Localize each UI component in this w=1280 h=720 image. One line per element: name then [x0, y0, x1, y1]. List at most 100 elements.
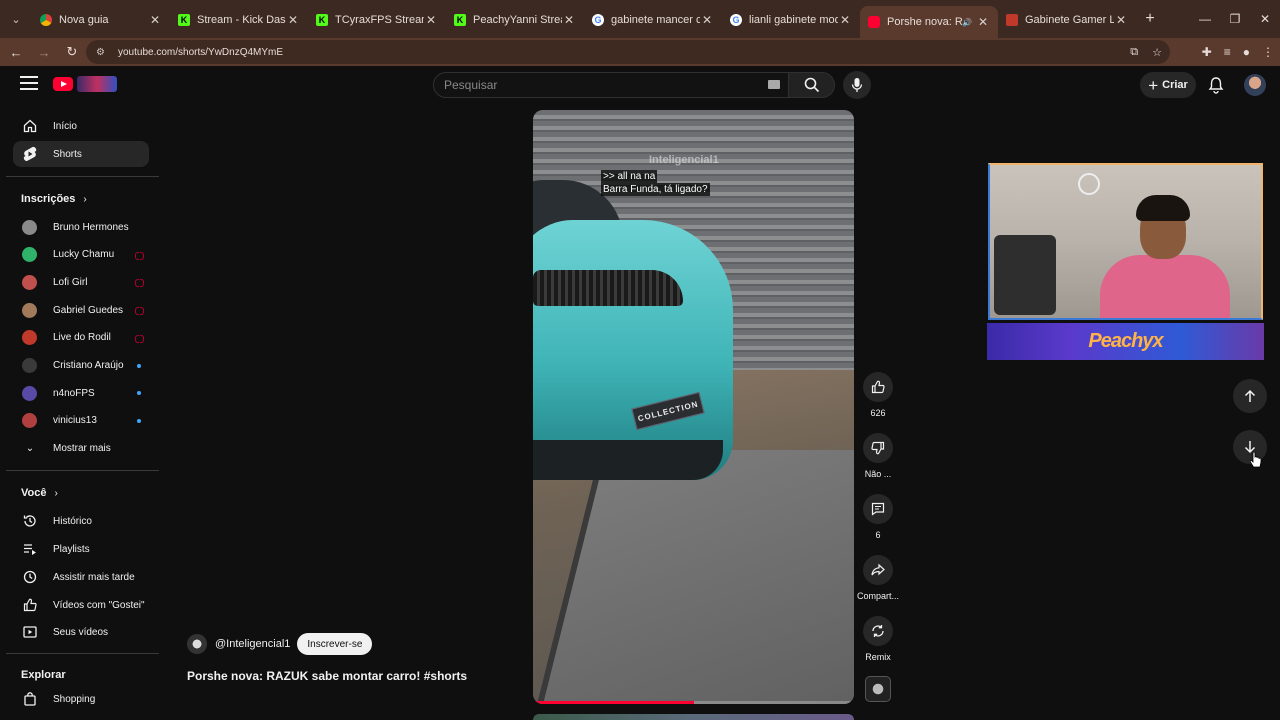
comment-icon — [863, 494, 893, 524]
browser-tab[interactable]: K TCyraxFPS Stream - Watch✕ — [308, 5, 446, 35]
dislike-button[interactable]: Não ... — [855, 433, 901, 479]
show-more-button[interactable]: ⌄ Mostrar mais — [13, 435, 149, 461]
share-button[interactable]: Compart... — [855, 555, 901, 601]
tab-close-icon[interactable]: ✕ — [838, 13, 852, 27]
plus-icon: + — [1148, 75, 1159, 95]
remix-button[interactable]: Remix — [855, 616, 901, 662]
channel-avatar — [22, 219, 37, 235]
bookmark-star-icon[interactable]: ☆ — [1152, 46, 1162, 59]
channel-name[interactable]: @Inteligencial1 — [215, 638, 290, 650]
subscriptions-heading[interactable]: Inscrições › — [21, 193, 87, 205]
minimize-icon[interactable]: — — [1190, 0, 1220, 38]
sidebar-item-liked-videos[interactable]: Vídeos com "Gostei" — [13, 592, 149, 618]
browser-tab[interactable]: Porshe nova: RAZUK🔊 ✕ — [860, 6, 998, 38]
browser-toolbar: ← → ↻ ⚙ youtube.com/shorts/YwDnzQ4MYmE ⧉… — [0, 38, 1280, 66]
create-button[interactable]: + Criar — [1140, 72, 1196, 98]
tab-search-chevron-icon[interactable]: ⌄ — [0, 0, 32, 38]
subscription-name: vinicius13 — [53, 415, 97, 427]
home-icon — [22, 118, 38, 134]
install-app-icon[interactable]: ⧉ — [1130, 46, 1138, 59]
reload-icon[interactable]: ↻ — [60, 40, 84, 64]
subscribe-button[interactable]: Inscrever-se — [297, 633, 373, 655]
you-title: Você — [21, 487, 47, 499]
browser-tab[interactable]: K PeachyYanni Stream - Wa✕ — [446, 5, 584, 35]
sidebar-item-playlists[interactable]: Playlists — [13, 536, 149, 562]
browser-tab-bar: ⌄ Nova guia✕KStream - Kick Dashboard✕KTC… — [0, 0, 1280, 38]
like-button[interactable]: 626 — [855, 372, 901, 418]
live-indicator-icon — [135, 307, 144, 316]
tab-close-icon[interactable]: ✕ — [700, 13, 714, 27]
comments-button[interactable]: 6 — [855, 494, 901, 540]
keyboard-icon[interactable] — [768, 80, 780, 89]
tab-close-icon[interactable]: ✕ — [976, 15, 990, 29]
media-control-icon[interactable]: ≡ — [1224, 45, 1231, 59]
subscription-item[interactable]: Live do Rodil — [13, 325, 149, 351]
subscription-item[interactable]: Lofi Girl — [13, 269, 149, 295]
profile-icon[interactable]: ● — [1243, 45, 1250, 59]
extensions-icon[interactable]: ✚ — [1202, 45, 1212, 59]
subscription-item[interactable]: Lucky Chamu — [13, 242, 149, 268]
account-avatar[interactable] — [1244, 74, 1266, 96]
tab-close-icon[interactable]: ✕ — [424, 13, 438, 27]
tab-close-icon[interactable]: ✕ — [562, 13, 576, 27]
subscription-item[interactable]: Bruno Hermones — [13, 214, 149, 240]
menu-hamburger-icon[interactable] — [20, 76, 38, 90]
forward-arrow-icon[interactable]: → — [32, 40, 56, 64]
sidebar-item-shopping[interactable]: Shopping — [13, 686, 149, 712]
your-videos-icon — [22, 624, 38, 640]
sidebar-item-home[interactable]: Início — [13, 113, 149, 139]
tab-close-icon[interactable]: ✕ — [286, 13, 300, 27]
youtube-logo[interactable] — [53, 75, 119, 93]
browser-tab[interactable]: K Stream - Kick Dashboard✕ — [170, 5, 308, 35]
sidebar-item-label: Início — [53, 120, 77, 132]
sidebar-item-watch-later[interactable]: Assistir mais tarde — [13, 564, 149, 590]
share-label: Compart... — [856, 591, 899, 601]
tab-strip: Nova guia✕KStream - Kick Dashboard✕KTCyr… — [32, 0, 1136, 38]
channel-avatar — [22, 385, 37, 401]
subscription-name: Bruno Hermones — [53, 221, 129, 233]
short-video-player[interactable]: COLLECTION Inteligencial1 >> all na na B… — [533, 110, 854, 704]
you-heading[interactable]: Você › — [21, 487, 58, 499]
subscription-item[interactable]: n4noFPS — [13, 380, 149, 406]
browser-tab[interactable]: Nova guia ✕ — [32, 5, 170, 35]
sidebar-item-label: Playlists — [53, 543, 90, 555]
youtube-play-icon — [53, 77, 73, 91]
subscription-item[interactable]: vinicius13 — [13, 408, 149, 434]
tab-audio-icon[interactable]: 🔊 — [962, 18, 972, 27]
channel-avatar[interactable] — [187, 634, 207, 654]
subscription-item[interactable]: Gabriel Guedes — [13, 297, 149, 323]
kick-icon: K — [316, 14, 328, 26]
sidebar-item-history[interactable]: Histórico — [13, 508, 149, 534]
new-tab-button[interactable]: + — [1136, 10, 1164, 28]
sidebar-divider — [6, 653, 159, 654]
tab-close-icon[interactable]: ✕ — [148, 13, 162, 27]
notifications-bell-icon[interactable] — [1206, 75, 1226, 95]
browser-tab[interactable]: Glianli gabinete modelo ev✕ — [722, 5, 860, 35]
channel-avatar — [22, 358, 37, 373]
close-window-icon[interactable]: ✕ — [1250, 0, 1280, 38]
video-title[interactable]: Porshe nova: RAZUK sabe montar carro! #s… — [187, 669, 467, 683]
address-bar[interactable]: ⚙ youtube.com/shorts/YwDnzQ4MYmE ⧉ ☆ — [86, 40, 1170, 64]
back-arrow-icon[interactable]: ← — [4, 40, 28, 64]
new-content-dot — [137, 391, 141, 396]
next-short-preview[interactable] — [533, 714, 854, 720]
restore-icon[interactable]: ❐ — [1220, 0, 1250, 38]
clock-icon — [22, 569, 38, 585]
browser-tab[interactable]: Gabinete Gamer Lian Li O✕ — [998, 5, 1136, 35]
video-progress-bar[interactable] — [533, 701, 854, 704]
sidebar-item-your-videos[interactable]: Seus vídeos — [13, 619, 149, 645]
sound-source-avatar[interactable] — [865, 676, 891, 702]
site-info-icon[interactable]: ⚙ — [96, 47, 108, 58]
browser-menu-icon[interactable]: ⋮ — [1262, 45, 1274, 59]
sidebar-item-shorts[interactable]: Shorts — [13, 141, 149, 167]
search-input[interactable]: Pesquisar — [433, 72, 789, 98]
channel-avatar — [22, 274, 37, 290]
voice-search-button[interactable] — [843, 71, 871, 99]
share-arrow-icon — [863, 555, 893, 585]
tab-close-icon[interactable]: ✕ — [1114, 13, 1128, 27]
browser-tab[interactable]: Ggabinete mancer cv 500 n✕ — [584, 5, 722, 35]
search-button[interactable] — [789, 72, 835, 98]
shopping-bag-icon — [22, 691, 38, 707]
subscription-item[interactable]: Cristiano Araújo — [13, 353, 149, 379]
previous-short-button[interactable] — [1233, 379, 1267, 413]
